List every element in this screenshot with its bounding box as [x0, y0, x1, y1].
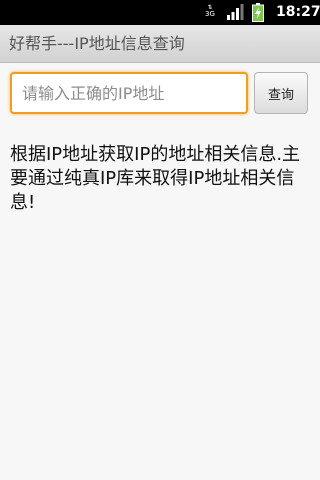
battery-charging-icon	[252, 3, 264, 22]
app-title: 好帮手---IP地址信息查询	[9, 34, 185, 53]
app-title-bar: 好帮手---IP地址信息查询	[0, 25, 320, 63]
data-3g-icon: ⇅ 3G	[205, 4, 215, 18]
ip-address-input[interactable]	[10, 72, 248, 114]
signal-strength-icon	[227, 4, 244, 20]
query-button[interactable]: 查询	[254, 72, 308, 114]
main-content: 查询 根据IP地址获取IP的地址相关信息.主要通过纯真IP库来取得IP地址相关信…	[0, 63, 320, 480]
status-bar: ⇅ 3G 18:27	[0, 0, 320, 25]
description-text: 根据IP地址获取IP的地址相关信息.主要通过纯真IP库来取得IP地址相关信息!	[10, 144, 301, 213]
status-time: 18:27	[276, 4, 320, 20]
